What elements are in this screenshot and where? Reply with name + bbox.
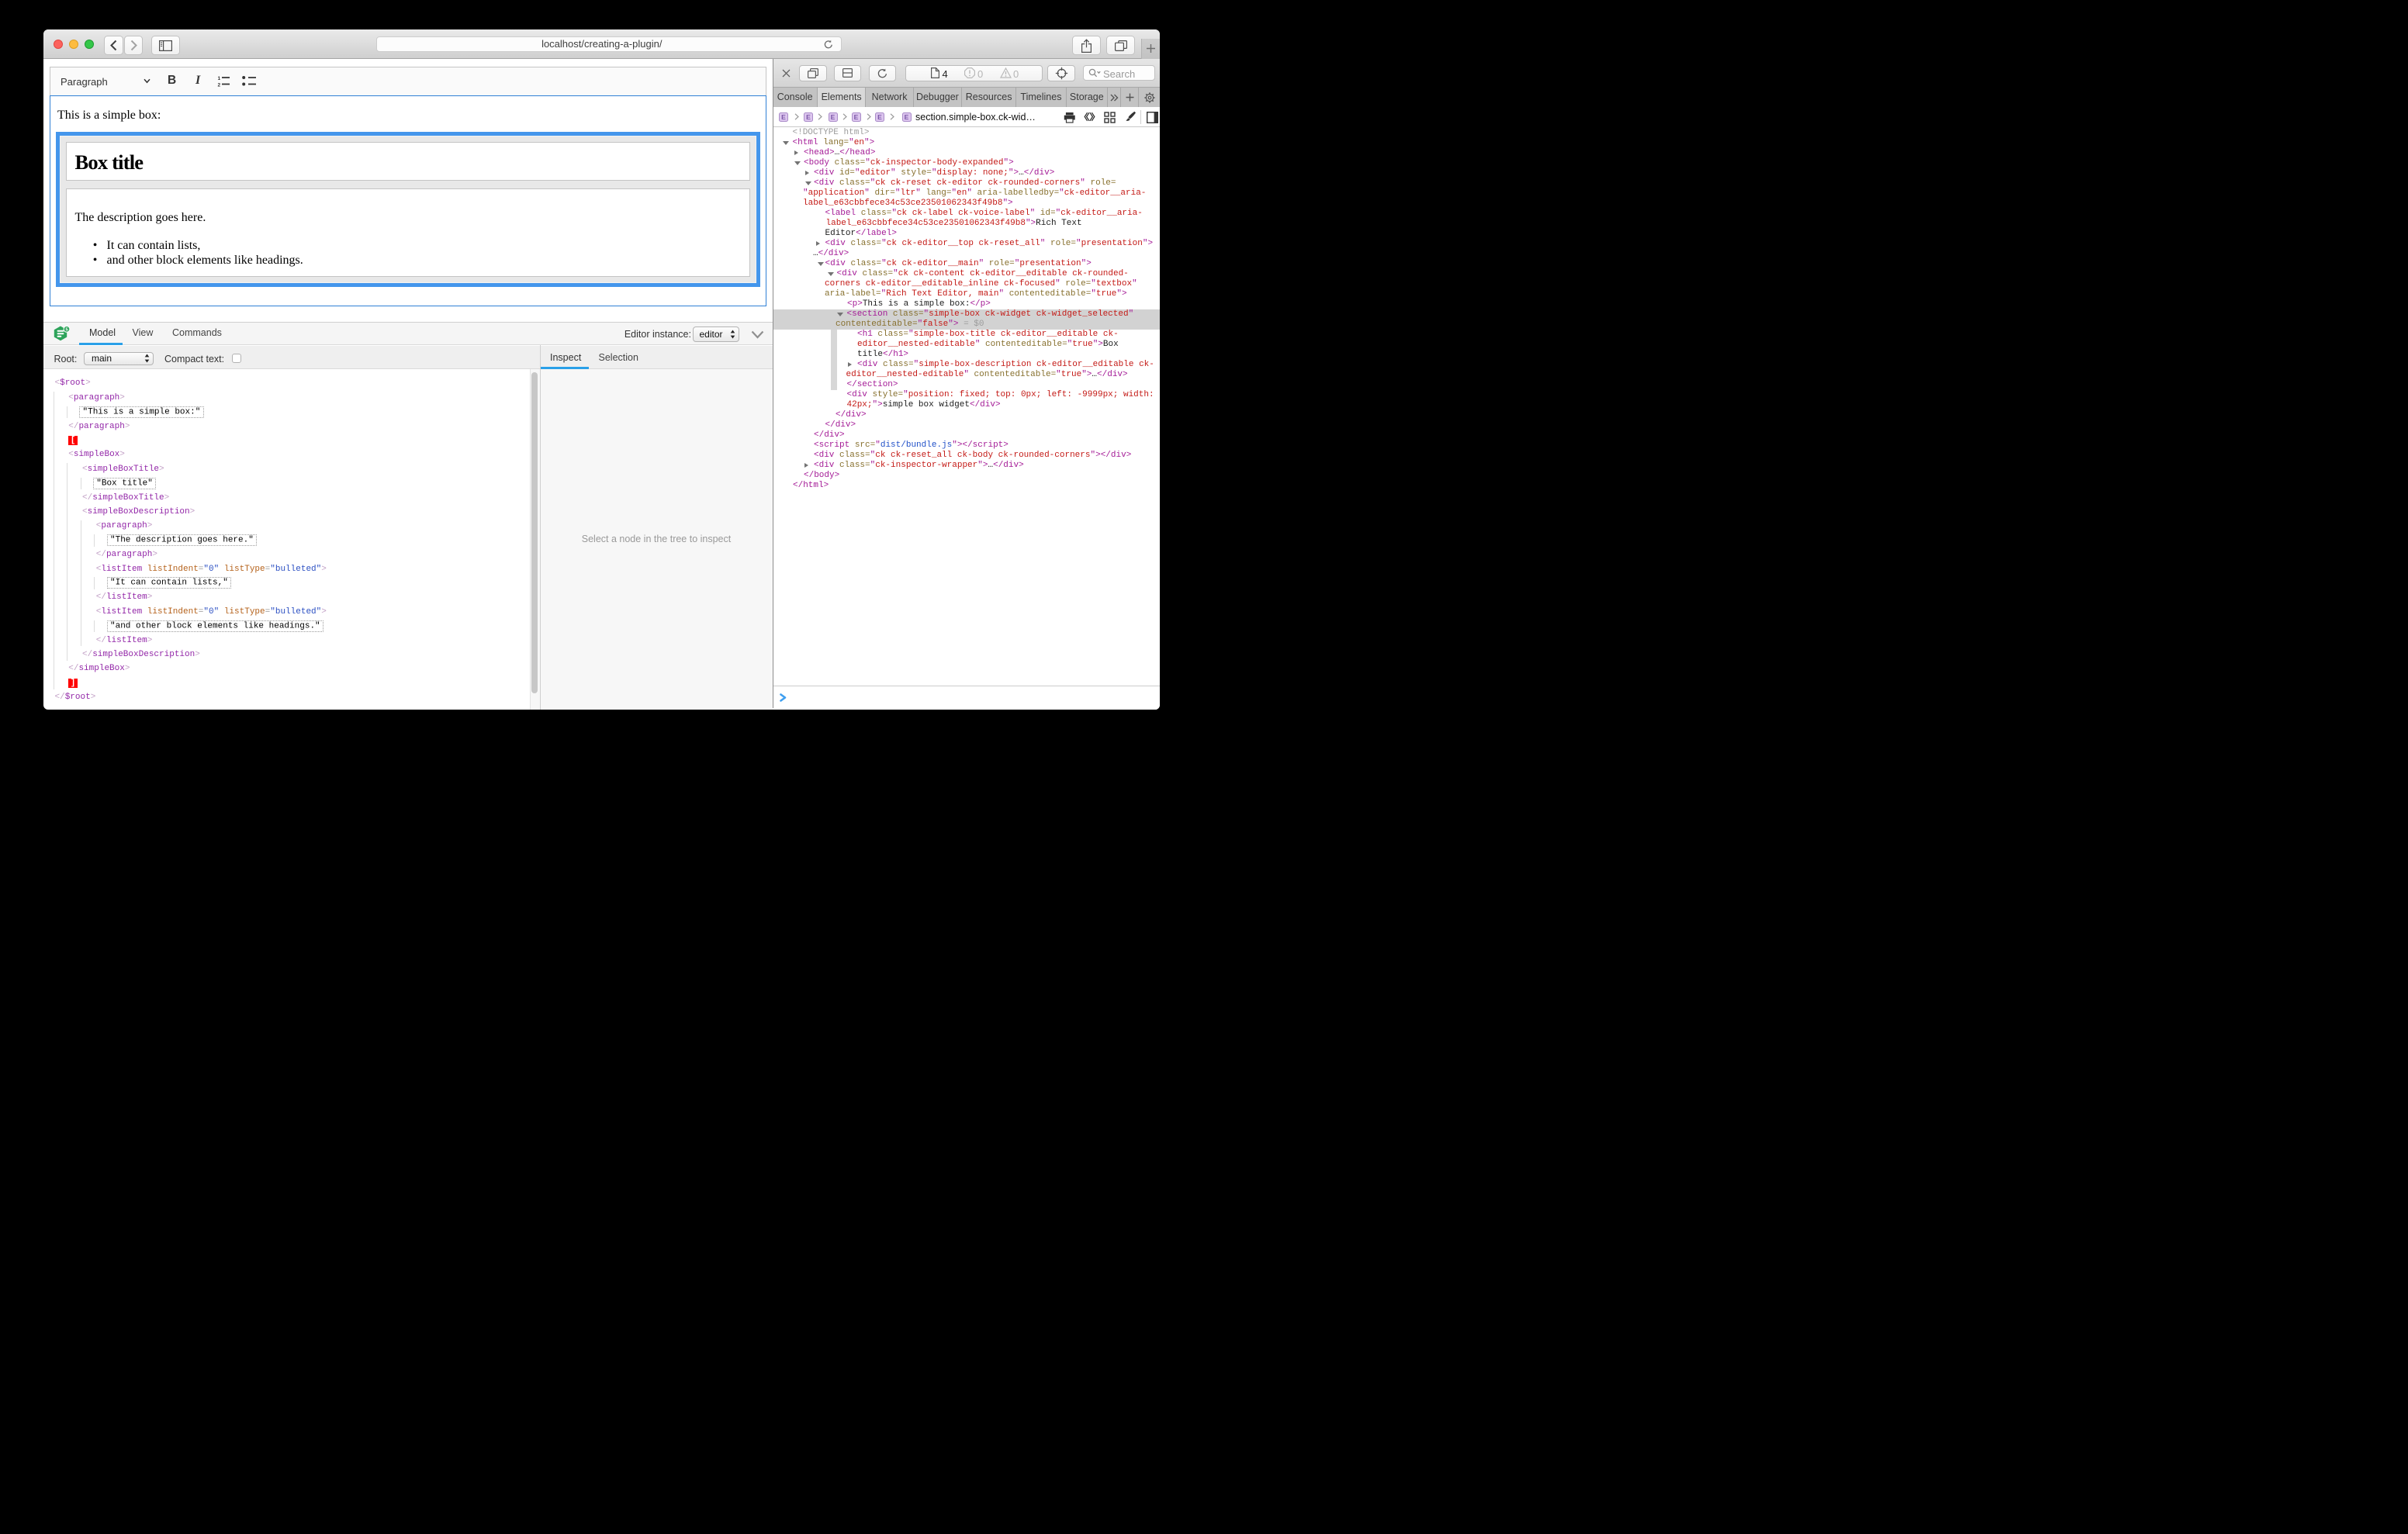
svg-text:5: 5 [65, 328, 67, 333]
svg-text:1: 1 [217, 76, 220, 81]
svg-text:2: 2 [217, 82, 220, 87]
